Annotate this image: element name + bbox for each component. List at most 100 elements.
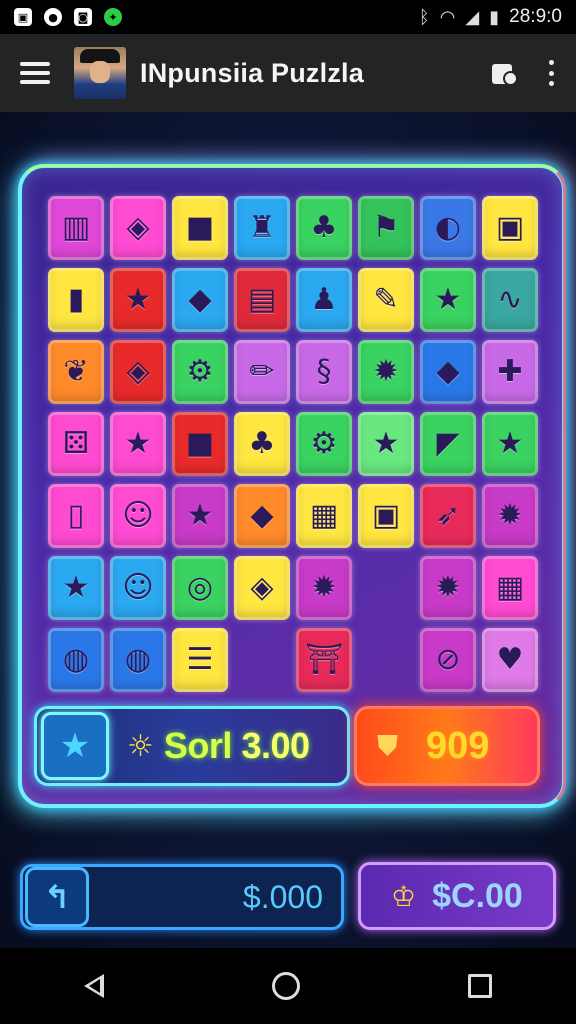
tile-star[interactable]: ★ [482, 412, 538, 476]
menu-icon[interactable] [20, 62, 50, 84]
tile-star[interactable]: ★ [420, 268, 476, 332]
overflow-menu-icon[interactable] [548, 60, 554, 86]
tile-cherry[interactable]: ♣ [296, 196, 352, 260]
stripes-icon: ☰ [186, 642, 214, 677]
avatar[interactable] [74, 47, 126, 99]
tile-green-rectangle[interactable]: ▮ [48, 268, 104, 332]
tile-pencil[interactable]: ✏ [234, 340, 290, 404]
tile-snake[interactable]: ∿ [482, 268, 538, 332]
pencil-icon: ✏ [249, 354, 275, 389]
tile-ball[interactable]: ◍ [110, 628, 166, 692]
tile-calculator[interactable]: ▦ [296, 484, 352, 548]
ball-icon: ◍ [124, 642, 152, 677]
heart-icon: ♥ [496, 642, 524, 677]
tile-dice[interactable]: ⚄ [48, 412, 104, 476]
tile-robot[interactable]: ♜ [234, 196, 290, 260]
tile-box[interactable]: ▣ [358, 484, 414, 548]
green-rectangle-icon: ▮ [67, 282, 85, 317]
score-display: Sorl 3.00 [164, 725, 310, 767]
nav-back-icon[interactable] [84, 974, 104, 998]
tile-star[interactable]: ★ [172, 484, 228, 548]
tile-star[interactable]: ★ [358, 412, 414, 476]
circle-app-icon: ● [44, 8, 62, 26]
coins-panel: ⛊ 909 [354, 706, 540, 786]
tile-gear-chain[interactable]: ⚙ [296, 412, 352, 476]
pencil-icon: ✎ [373, 282, 399, 317]
tile-cherry[interactable]: ♣ [234, 412, 290, 476]
tile-ball[interactable]: ◍ [48, 628, 104, 692]
red-square-icon: ■ [185, 210, 215, 245]
tile-splat[interactable]: ✹ [358, 340, 414, 404]
tile-pennant[interactable]: ◤ [420, 412, 476, 476]
ring-icon: ◎ [186, 570, 214, 605]
tile-half-circle[interactable]: ◐ [420, 196, 476, 260]
gift-icon: ⛩ [304, 642, 344, 677]
tile-ring[interactable]: ◎ [172, 556, 228, 620]
coin-button-value: $C.00 [432, 876, 523, 915]
star-icon: ★ [124, 426, 152, 461]
tile-heart[interactable]: ♥ [482, 628, 538, 692]
wifi-icon: ◠ [439, 6, 456, 28]
tile-bag[interactable]: ▤ [234, 268, 290, 332]
tile-cat-face[interactable]: ☺ [110, 556, 166, 620]
cross-blob-icon: ✚ [497, 354, 523, 389]
tile-stripes[interactable]: ☰ [172, 628, 228, 692]
star-button[interactable]: ★ [41, 712, 109, 780]
tile-squiggle[interactable]: § [296, 340, 352, 404]
tile-cross-blob[interactable]: ✚ [482, 340, 538, 404]
tile-pencil[interactable]: ✎ [358, 268, 414, 332]
tile-calculator[interactable]: ▦ [482, 556, 538, 620]
cherry-icon: ♣ [248, 426, 276, 461]
nav-recents-icon[interactable] [468, 974, 492, 998]
dice-icon: ⚄ [62, 426, 90, 461]
sun-icon: ☼ [127, 728, 154, 764]
star-icon: ★ [372, 426, 400, 461]
tile-splat[interactable]: ✹ [296, 556, 352, 620]
tile-grid: ▥ ◈ ■ ♜ ♣ ⚑ ◐ ▣ ▮ ★ ◆ ▤ ♟ ✎ ★ ∿ ❦ ◈ ⚙ ✏ § ✹ ◆ ✚ ⚄ ★ ■ ♣ ⚙ ★ ◤ ★ ▯ ☺ ★ ◆ ▦ ▣ ➶ ✹… [48, 196, 542, 706]
tile-no-sign[interactable]: ⊘ [420, 628, 476, 692]
tile-shirt[interactable]: ♟ [296, 268, 352, 332]
store-icon[interactable] [490, 60, 518, 86]
tile-map-shape[interactable]: ◈ [110, 196, 166, 260]
tile-box[interactable]: ▣ [482, 196, 538, 260]
tile-bottle[interactable]: ▯ [48, 484, 104, 548]
tile-map-shape[interactable]: ◈ [234, 556, 290, 620]
star-icon: ★ [496, 426, 524, 461]
photo-icon: ◙ [74, 8, 92, 26]
robot-icon: ♜ [248, 210, 276, 245]
tile-star[interactable]: ★ [110, 412, 166, 476]
tile-star[interactable]: ★ [110, 268, 166, 332]
tile-gear-chain[interactable]: ⚙ [172, 340, 228, 404]
tile-blob[interactable]: ◆ [420, 340, 476, 404]
nav-home-icon[interactable] [272, 972, 300, 1000]
star-icon: ★ [59, 726, 91, 766]
no-sign-icon: ⊘ [435, 642, 461, 677]
tile-carrot[interactable]: ➶ [420, 484, 476, 548]
tile-red-square[interactable]: ■ [172, 196, 228, 260]
tile-blue-square[interactable]: ■ [172, 412, 228, 476]
carrot-icon: ➶ [435, 498, 461, 533]
tile-blob[interactable]: ◆ [172, 268, 228, 332]
tile-blob[interactable]: ◆ [234, 484, 290, 548]
map-shape-icon: ◈ [126, 210, 150, 245]
blob-icon: ◆ [436, 354, 460, 389]
undo-button[interactable]: ↰ [25, 867, 89, 927]
tile-map-shape[interactable]: ◈ [110, 340, 166, 404]
calculator-icon: ▦ [495, 570, 525, 605]
tile-red-flag[interactable]: ⚑ [358, 196, 414, 260]
star-icon: ★ [434, 282, 462, 317]
splat-icon: ✹ [311, 570, 337, 605]
screenshot-icon: ▣ [14, 8, 32, 26]
cat-face-icon: ☺ [122, 498, 154, 533]
tile-splat[interactable]: ✹ [420, 556, 476, 620]
tile-star[interactable]: ★ [48, 556, 104, 620]
status-time: 28:9:0 [509, 6, 562, 27]
cat-face-icon: ☺ [122, 570, 154, 605]
tile-film-strip[interactable]: ▥ [48, 196, 104, 260]
tile-splat[interactable]: ✹ [482, 484, 538, 548]
coin-purchase-button[interactable]: ♔ $C.00 [358, 862, 556, 930]
tile-gift[interactable]: ⛩ [296, 628, 352, 692]
tile-leaf[interactable]: ❦ [48, 340, 104, 404]
tile-cat-face[interactable]: ☺ [110, 484, 166, 548]
gear-chain-icon: ⚙ [310, 426, 338, 461]
